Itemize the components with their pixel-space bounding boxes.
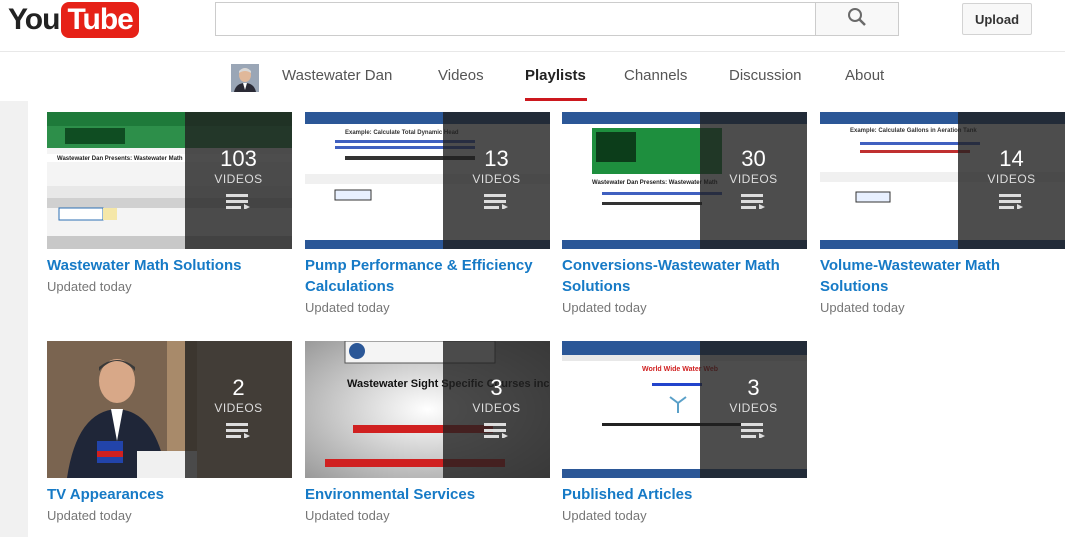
video-count: 30 xyxy=(741,146,766,171)
playlist-card: Wastewater Sight Specific Courses includ… xyxy=(305,341,550,524)
playlist-count-overlay: 2 VIDEOS xyxy=(185,341,292,478)
video-count: 2 xyxy=(232,375,245,400)
thumbnail-caption: Wastewater Dan Presents: Wastewater Math xyxy=(57,156,183,162)
tab-about[interactable]: About xyxy=(845,67,884,84)
video-count: 3 xyxy=(490,375,503,400)
playlist-title[interactable]: Environmental Services xyxy=(305,484,550,505)
playlist-updated: Updated today xyxy=(562,300,647,315)
avatar[interactable] xyxy=(231,64,259,92)
tab-playlists[interactable]: Playlists xyxy=(525,67,586,84)
playlist-count-overlay: 14 VIDEOS xyxy=(958,112,1065,249)
video-count: 103 xyxy=(220,146,257,171)
active-tab-indicator xyxy=(525,98,587,101)
playlist-count-overlay: 3 VIDEOS xyxy=(700,341,807,478)
tab-videos[interactable]: Videos xyxy=(438,67,484,84)
videos-label: VIDEOS xyxy=(472,172,521,186)
search-box xyxy=(215,2,815,36)
video-count: 14 xyxy=(999,146,1024,171)
playlist-thumbnail[interactable]: World Wide Water Web 3 VIDEOS xyxy=(562,341,807,478)
channel-name-link[interactable]: Wastewater Dan xyxy=(282,67,392,84)
playlist-title[interactable]: Volume-Wastewater Math Solutions xyxy=(820,255,1065,297)
playlist-card: Example: Calculate Gallons in Aeration T… xyxy=(820,112,1065,316)
playlist-title[interactable]: TV Appearances xyxy=(47,484,292,505)
playlist-thumbnail[interactable]: Example: Calculate Total Dynamic Head 13… xyxy=(305,112,550,249)
left-gutter xyxy=(0,101,28,537)
playlist-updated: Updated today xyxy=(47,279,132,294)
playlist-card: Wastewater Dan Presents: Wastewater Math… xyxy=(47,112,292,295)
playlist-icon xyxy=(483,193,510,214)
playlist-title[interactable]: Conversions-Wastewater Math Solutions xyxy=(562,255,807,297)
search-button[interactable] xyxy=(815,2,899,36)
playlist-card: World Wide Water Web 3 VIDEOS Published … xyxy=(562,341,807,524)
playlist-thumbnail[interactable]: Wastewater Dan Presents: Wastewater Math… xyxy=(47,112,292,249)
video-count: 3 xyxy=(747,375,760,400)
playlist-updated: Updated today xyxy=(562,508,647,523)
playlist-thumbnail[interactable]: Example: Calculate Gallons in Aeration T… xyxy=(820,112,1065,249)
playlist-icon xyxy=(225,193,252,214)
playlist-card: Wastewater Dan Presents: Wastewater Math… xyxy=(562,112,807,316)
tab-channels[interactable]: Channels xyxy=(624,67,687,84)
playlist-updated: Updated today xyxy=(305,508,390,523)
thumbnail-caption: Example: Calculate Total Dynamic Head xyxy=(345,130,459,136)
masthead: You Tube Upload xyxy=(0,0,1065,50)
videos-label: VIDEOS xyxy=(214,401,263,415)
videos-label: VIDEOS xyxy=(729,401,778,415)
playlist-count-overlay: 3 VIDEOS xyxy=(443,341,550,478)
playlist-card: 2 VIDEOS TV Appearances Updated today xyxy=(47,341,292,524)
playlist-count-overlay: 13 VIDEOS xyxy=(443,112,550,249)
tab-discussion[interactable]: Discussion xyxy=(729,67,802,84)
channel-nav: Wastewater Dan Videos Playlists Channels… xyxy=(0,52,1065,101)
playlist-icon xyxy=(998,193,1025,214)
playlist-icon xyxy=(225,422,252,443)
search-icon xyxy=(847,7,867,32)
playlist-title[interactable]: Pump Performance & Efficiency Calculatio… xyxy=(305,255,550,297)
playlist-count-overlay: 30 VIDEOS xyxy=(700,112,807,249)
videos-label: VIDEOS xyxy=(729,172,778,186)
youtube-logo[interactable]: You Tube xyxy=(8,2,139,38)
playlist-updated: Updated today xyxy=(305,300,390,315)
playlist-icon xyxy=(740,193,767,214)
playlist-thumbnail[interactable]: Wastewater Dan Presents: Wastewater Math… xyxy=(562,112,807,249)
playlist-icon xyxy=(740,422,767,443)
playlist-thumbnail[interactable]: 2 VIDEOS xyxy=(47,341,292,478)
search-input[interactable] xyxy=(216,3,815,35)
logo-text-tube: Tube xyxy=(61,2,139,38)
video-count: 13 xyxy=(484,146,509,171)
playlist-updated: Updated today xyxy=(47,508,132,523)
videos-label: VIDEOS xyxy=(214,172,263,186)
playlist-icon xyxy=(483,422,510,443)
videos-label: VIDEOS xyxy=(987,172,1036,186)
playlist-title[interactable]: Wastewater Math Solutions xyxy=(47,255,292,276)
playlist-card: Example: Calculate Total Dynamic Head 13… xyxy=(305,112,550,316)
videos-label: VIDEOS xyxy=(472,401,521,415)
playlist-thumbnail[interactable]: Wastewater Sight Specific Courses includ… xyxy=(305,341,550,478)
playlist-title[interactable]: Published Articles xyxy=(562,484,807,505)
playlist-updated: Updated today xyxy=(820,300,905,315)
playlist-count-overlay: 103 VIDEOS xyxy=(185,112,292,249)
logo-text-you: You xyxy=(8,3,60,36)
upload-button[interactable]: Upload xyxy=(962,3,1032,35)
